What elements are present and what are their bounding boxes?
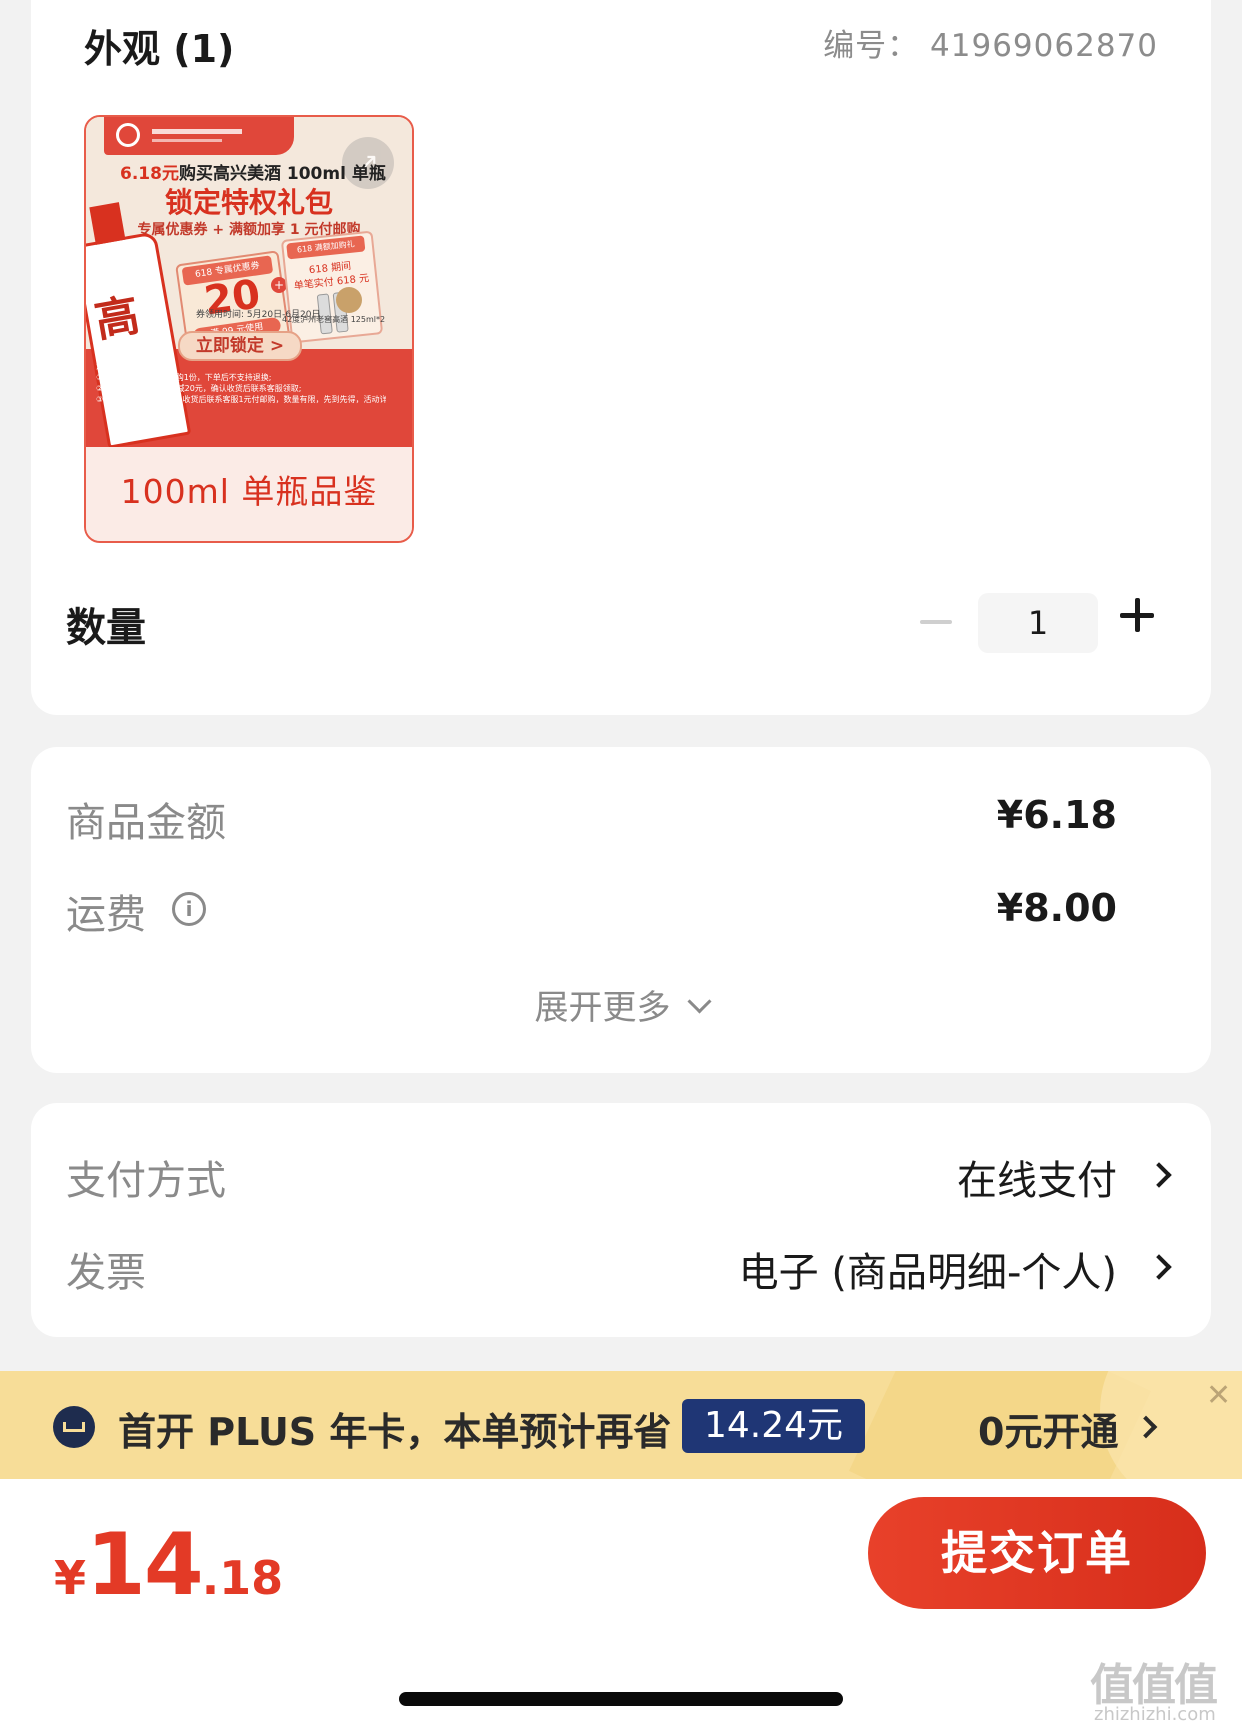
promo-gift: 618 满额加购礼 618 期间 单笔实付 618 元 [280,230,384,344]
plus-crown-icon [53,1406,95,1448]
payment-method-value[interactable]: 在线支付 [957,1148,1117,1206]
shipping-label: 运费 [66,892,146,938]
expand-more-button[interactable]: 展开更多 [0,980,1242,1029]
brand-logo [104,117,294,155]
promo-notes: 温馨提示: ①特权礼包，每个ID限购1份，下单后不支持退换; ②618专属优惠券… [96,362,386,404]
variant-label: 100ml 单瓶品鉴 [86,447,412,541]
promo-title: 锁定特权礼包 [164,186,333,219]
plus-membership-banner[interactable]: 首开 PLUS 年卡，本单预计再省 14.24元 0元开通 ✕ [0,1371,1242,1479]
close-icon[interactable]: ✕ [1206,1381,1231,1411]
promo-gift-note: 42度泸州老窖高酒 125ml*2 [282,315,386,324]
home-indicator[interactable] [399,1692,843,1706]
submit-order-button[interactable]: 提交订单 [868,1497,1206,1609]
goods-amount-value: ¥6.18 [996,793,1117,837]
order-total: ¥14.18 [54,1515,284,1615]
plus-save-badge: 14.24元 [682,1399,866,1453]
promo-lock-button: 立即锁定 > [178,331,302,361]
payment-method-label: 支付方式 [66,1158,226,1204]
product-serial: 编号： 41969062870 [823,28,1158,64]
info-icon[interactable]: i [172,892,206,926]
plus-open-button[interactable]: 0元开通 [978,1401,1118,1456]
quantity-increase-button[interactable] [1120,598,1154,632]
goods-amount-label: 商品金额 [66,800,226,846]
promo-image: ↗ 6.18元购买高兴美酒 100ml 单瓶 锁定特权礼包 专属优惠券 + 满额… [86,117,412,449]
product-thumbnail[interactable]: ↗ 6.18元购买高兴美酒 100ml 单瓶 锁定特权礼包 专属优惠券 + 满额… [84,115,414,543]
options-card [31,1103,1211,1337]
quantity-decrease-button[interactable] [920,620,952,624]
gift-seal-icon [336,287,362,313]
appearance-title: 外观 (1) [84,27,235,71]
quantity-label: 数量 [66,605,146,651]
invoice-label: 发票 [66,1250,146,1296]
watermark-site: zhizhizhi.com [1094,1704,1216,1725]
invoice-value[interactable]: 电子 (商品明细-个人) [739,1240,1117,1298]
shipping-value: ¥8.00 [996,886,1117,930]
quantity-input[interactable]: 1 [978,593,1098,653]
plus-promo-text: 首开 PLUS 年卡，本单预计再省 [118,1410,672,1454]
checkout-bar: ¥14.18 提交订单 值值值 zhizhizhi.com [0,1479,1242,1731]
chevron-down-icon [686,989,712,1014]
